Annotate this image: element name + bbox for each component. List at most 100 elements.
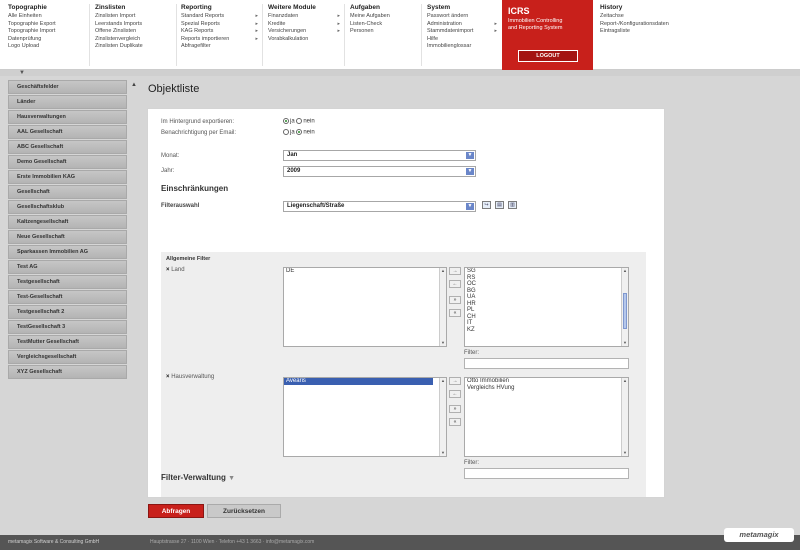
land-selected-list[interactable]: SG RS OC BG UA HR PL CH IT KZ ▲ ▼ <box>464 267 629 347</box>
nav-item[interactable]: Eintragsliste <box>600 28 707 36</box>
sidebar-item[interactable]: Testgesellschaft <box>8 275 127 289</box>
nav-item[interactable]: Passwort ändern <box>427 13 501 21</box>
sidebar-item[interactable]: Test-Gesellschaft <box>8 290 127 304</box>
scroll-down-icon[interactable]: ▼ <box>622 450 628 456</box>
list-item[interactable]: Avearis <box>284 378 433 385</box>
sidebar-item[interactable]: Länder <box>8 95 127 109</box>
move-left-button[interactable]: ← <box>449 390 461 398</box>
sidebar-item[interactable]: ABC Gesellschaft <box>8 140 127 154</box>
jahr-select[interactable]: 2009 ▼ <box>283 166 476 177</box>
nav-item[interactable]: Spezial Reports ▸ <box>181 21 262 29</box>
nav-item[interactable]: Abfragefilter <box>181 43 262 51</box>
nav-item[interactable]: Datenprüfung <box>8 36 89 44</box>
scroll-down-icon[interactable]: ▼ <box>622 340 628 346</box>
zuruecksetzen-button[interactable]: Zurücksetzen <box>207 504 281 518</box>
sidebar-item[interactable]: Testgesellschaft 2 <box>8 305 127 319</box>
scrollbar[interactable]: ▲ ▼ <box>439 268 446 346</box>
scroll-up-icon[interactable]: ▲ <box>440 378 446 384</box>
nav-item[interactable]: KAG Reports ▸ <box>181 28 262 36</box>
sidebar-item[interactable]: Neue Gesellschaft <box>8 230 127 244</box>
move-right-button[interactable]: → <box>449 377 461 385</box>
abfragen-button[interactable]: Abfragen <box>148 504 204 518</box>
export-icon[interactable]: ↪ <box>482 201 491 209</box>
nav-item[interactable]: Report-/Konfigurationsdaten <box>600 21 707 29</box>
move-left-button[interactable]: ← <box>449 280 461 288</box>
nav-aufgaben-title[interactable]: Aufgaben <box>350 4 421 11</box>
nav-item[interactable]: Personen <box>350 28 421 36</box>
sidebar-item[interactable]: Gesellschaftsklub <box>8 200 127 214</box>
radio-ja[interactable] <box>283 129 289 135</box>
save-filter-icon[interactable]: ▤ <box>495 201 504 209</box>
collapse-sidebar-icon[interactable]: ▲ <box>131 82 137 88</box>
list-item[interactable]: KZ <box>465 327 628 334</box>
nav-item[interactable]: Versicherungen ▸ <box>268 28 344 36</box>
scroll-up-icon[interactable]: ▲ <box>440 268 446 274</box>
sidebar-item[interactable]: TestMutter Gesellschaft <box>8 335 127 349</box>
expand-arrow-icon[interactable]: ▼ <box>19 70 25 76</box>
remove-filter-icon[interactable]: × <box>166 267 170 273</box>
chevron-down-icon[interactable]: ▼ <box>466 168 474 175</box>
nav-item[interactable]: Stammdatenimport ▸ <box>427 28 501 36</box>
sidebar-item[interactable]: Kaltzengesellschaft <box>8 215 127 229</box>
nav-item[interactable]: Topographie Export <box>8 21 89 29</box>
nav-item[interactable]: Reports importieren ▸ <box>181 36 262 44</box>
scroll-thumb[interactable] <box>623 293 627 329</box>
hv-selected-list[interactable]: Otto Immobilien Vergleichs HVung ▲ ▼ <box>464 377 629 457</box>
sidebar-item[interactable]: Test AG <box>8 260 127 274</box>
nav-item[interactable]: Hilfe <box>427 36 501 44</box>
sidebar-item[interactable]: Vergleichsgesellschaft <box>8 350 127 364</box>
nav-system-title[interactable]: System <box>427 4 501 11</box>
move-right-button[interactable]: → <box>449 267 461 275</box>
sidebar-item[interactable]: Geschäftsfelder <box>8 80 127 94</box>
nav-item[interactable]: Alle Einheiten <box>8 13 89 21</box>
nav-item[interactable]: Immobilienglossar <box>427 43 501 51</box>
monat-select[interactable]: Jan ▼ <box>283 150 476 161</box>
nav-item[interactable]: Meine Aufgaben <box>350 13 421 21</box>
nav-item[interactable]: Zinslistenvergleich <box>95 36 176 44</box>
nav-topographie-title[interactable]: Topographie <box>8 4 89 11</box>
nav-item[interactable]: Finanzdaten ▸ <box>268 13 344 21</box>
nav-item[interactable]: Offene Zinslisten <box>95 28 176 36</box>
sidebar-item[interactable]: TestGesellschaft 3 <box>8 320 127 334</box>
nav-item[interactable]: Listen-Check <box>350 21 421 29</box>
nav-item[interactable]: Vorabkalkulation <box>268 36 344 44</box>
nav-zinslisten-title[interactable]: Zinslisten <box>95 4 176 11</box>
sidebar-item[interactable]: Sparkassen Immobilien AG <box>8 245 127 259</box>
sidebar-item[interactable]: XYZ Gesellschaft <box>8 365 127 379</box>
move-all-right-button[interactable]: » <box>449 405 461 413</box>
nav-weitere-title[interactable]: Weitere Module <box>268 4 344 11</box>
scrollbar[interactable]: ▲ ▼ <box>621 378 628 456</box>
chevron-down-icon[interactable]: ▼ <box>228 475 235 482</box>
filterauswahl-select[interactable]: Liegenschaft/Straße ▼ <box>283 201 476 212</box>
remove-filter-icon[interactable]: × <box>166 374 170 380</box>
sidebar-item[interactable]: Gesellschaft <box>8 185 127 199</box>
nav-history-title[interactable]: History <box>600 4 707 11</box>
move-all-left-button[interactable]: « <box>449 418 461 426</box>
filter-verwaltung-heading[interactable]: Filter-Verwaltung ▼ <box>161 473 235 482</box>
nav-reporting-title[interactable]: Reporting <box>181 4 262 11</box>
hv-available-list[interactable]: Avearis ▲ ▼ <box>283 377 447 457</box>
scrollbar[interactable]: ▲ ▼ <box>621 268 628 346</box>
nav-item[interactable]: Standard Reports ▸ <box>181 13 262 21</box>
nav-item[interactable]: Zinslisten Import <box>95 13 176 21</box>
nav-item[interactable]: Leerstands Imports <box>95 21 176 29</box>
list-item[interactable]: Vergleichs HVung <box>465 385 628 392</box>
sidebar-item[interactable]: Hausverwaltungen <box>8 110 127 124</box>
sidebar-item[interactable]: Demo Gesellschaft <box>8 155 127 169</box>
move-all-right-button[interactable]: » <box>449 296 461 304</box>
list-item[interactable]: DE <box>284 268 446 275</box>
radio-ja[interactable] <box>283 118 289 124</box>
land-filter-input[interactable] <box>464 358 629 369</box>
nav-item[interactable]: Topographie Import <box>8 28 89 36</box>
chevron-down-icon[interactable]: ▼ <box>466 203 474 210</box>
scroll-down-icon[interactable]: ▼ <box>440 340 446 346</box>
hv-filter-input[interactable] <box>464 468 629 479</box>
nav-item[interactable]: Zeitachse <box>600 13 707 21</box>
sidebar-item[interactable]: AAL Gesellschaft <box>8 125 127 139</box>
nav-item[interactable]: Administration ▸ <box>427 21 501 29</box>
scroll-up-icon[interactable]: ▲ <box>622 378 628 384</box>
scrollbar[interactable]: ▲ ▼ <box>439 378 446 456</box>
land-available-list[interactable]: DE ▲ ▼ <box>283 267 447 347</box>
move-all-left-button[interactable]: « <box>449 309 461 317</box>
delete-filter-icon[interactable]: ▥ <box>508 201 517 209</box>
